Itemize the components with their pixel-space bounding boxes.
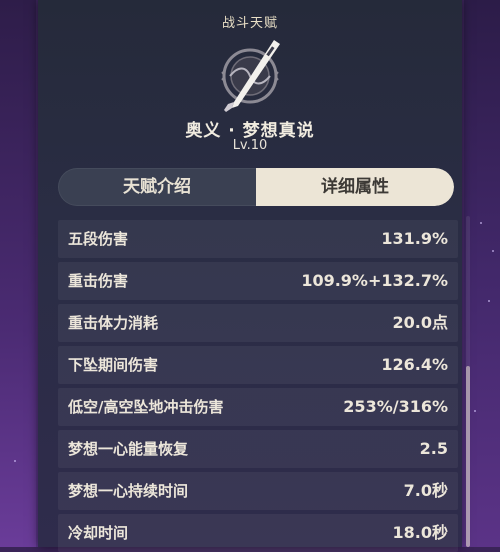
tab-bar: 天赋介绍 详细属性 <box>58 168 454 206</box>
attribute-label: 梦想一心能量恢复 <box>68 440 189 458</box>
star-decoration <box>492 250 494 252</box>
star-decoration <box>480 222 482 224</box>
star-decoration <box>14 460 16 462</box>
talent-level: Lv.10 <box>232 138 268 153</box>
background-left <box>0 0 36 547</box>
star-decoration <box>474 410 476 412</box>
attribute-label: 冷却时间 <box>68 524 129 542</box>
scrollbar-thumb[interactable] <box>466 366 470 547</box>
attribute-row-duration: 梦想一心持续时间 7.0秒 <box>58 472 458 510</box>
attribute-value: 109.9%+132.7% <box>301 271 448 290</box>
attribute-row-charged-stamina-cost: 重击体力消耗 20.0点 <box>58 304 458 342</box>
attribute-row-cooldown: 冷却时间 18.0秒 <box>58 514 458 552</box>
attribute-value: 18.0秒 <box>392 523 448 542</box>
attribute-value: 7.0秒 <box>403 481 448 500</box>
attribute-row-energy-restore: 梦想一心能量恢复 2.5 <box>58 430 458 468</box>
attribute-value: 2.5 <box>419 439 448 458</box>
attribute-label: 重击伤害 <box>68 272 129 290</box>
attribute-row-plunge-impact-damage: 低空/高空坠地冲击伤害 253%/316% <box>58 388 458 426</box>
attribute-label: 重击体力消耗 <box>68 314 159 332</box>
star-decoration <box>488 300 490 302</box>
attribute-row-five-hit-damage: 五段伤害 131.9% <box>58 220 458 258</box>
section-title: 战斗天赋 <box>221 16 278 31</box>
tab-detailed-attributes[interactable]: 详细属性 <box>256 168 454 206</box>
attribute-row-plunge-damage: 下坠期间伤害 126.4% <box>58 346 458 384</box>
attribute-label: 低空/高空坠地冲击伤害 <box>68 398 224 416</box>
attribute-label: 下坠期间伤害 <box>68 356 159 374</box>
scrollbar-track[interactable] <box>466 216 470 547</box>
sword-emblem-icon <box>208 36 292 114</box>
attribute-row-charged-attack-damage: 重击伤害 109.9%+132.7% <box>58 262 458 300</box>
attribute-label: 梦想一心持续时间 <box>68 482 189 500</box>
attribute-value: 131.9% <box>381 229 448 248</box>
attribute-value: 253%/316% <box>343 397 448 416</box>
tab-talent-intro[interactable]: 天赋介绍 <box>58 168 256 206</box>
attribute-label: 五段伤害 <box>68 230 129 248</box>
attribute-value: 126.4% <box>381 355 448 374</box>
attribute-value: 20.0点 <box>392 313 448 332</box>
talent-detail-panel: 战斗天赋 奥义 · 梦想真说 Lv.10 天赋介绍 详细属性 五段伤害 131.… <box>38 0 470 552</box>
